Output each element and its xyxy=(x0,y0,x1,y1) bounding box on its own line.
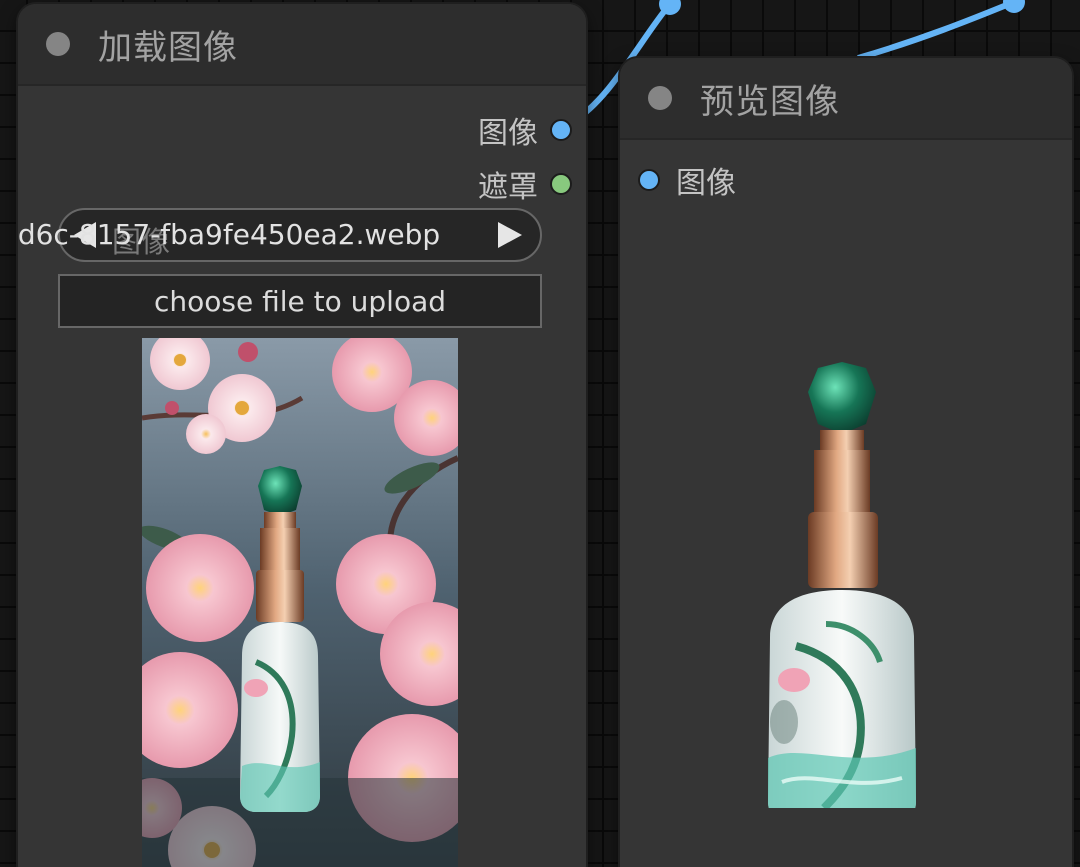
node-header[interactable]: 加载图像 xyxy=(18,4,586,86)
output-socket-icon[interactable] xyxy=(550,173,572,195)
status-dot-icon[interactable] xyxy=(648,86,672,110)
input-socket-icon[interactable] xyxy=(638,169,660,191)
node-title: 加载图像 xyxy=(98,27,238,68)
status-dot-icon[interactable] xyxy=(46,32,70,56)
choose-file-upload-button[interactable]: choose file to upload xyxy=(58,274,542,328)
output-label: 图像 xyxy=(478,116,538,151)
upper-link-wire[interactable] xyxy=(857,0,1016,61)
output-socket-icon[interactable] xyxy=(550,119,572,141)
node-title: 预览图像 xyxy=(700,81,840,122)
triangle-right-icon[interactable] xyxy=(498,222,522,248)
preview-image-node[interactable]: 预览图像 图像 xyxy=(620,58,1072,867)
load-image-node[interactable]: 加载图像 图像 遮罩 图像 4d6c-8157-fba9fe450ea2.web… xyxy=(18,4,586,867)
output-label: 遮罩 xyxy=(478,170,538,205)
preview-output-image xyxy=(750,338,940,808)
input-image[interactable]: 图像 xyxy=(638,158,736,202)
perfume-bottle-cutout-image xyxy=(768,362,916,808)
perfume-bottle-floral-image xyxy=(142,338,458,867)
output-mask[interactable]: 遮罩 xyxy=(478,162,572,206)
input-label: 图像 xyxy=(676,166,736,201)
combo-value[interactable]: 4d6c-8157-fba9fe450ea2.webp xyxy=(18,218,440,251)
output-image[interactable]: 图像 xyxy=(478,108,572,152)
loaded-image-preview xyxy=(142,338,458,867)
node-header[interactable]: 预览图像 xyxy=(620,58,1072,140)
reroute-dot[interactable] xyxy=(1003,0,1025,13)
